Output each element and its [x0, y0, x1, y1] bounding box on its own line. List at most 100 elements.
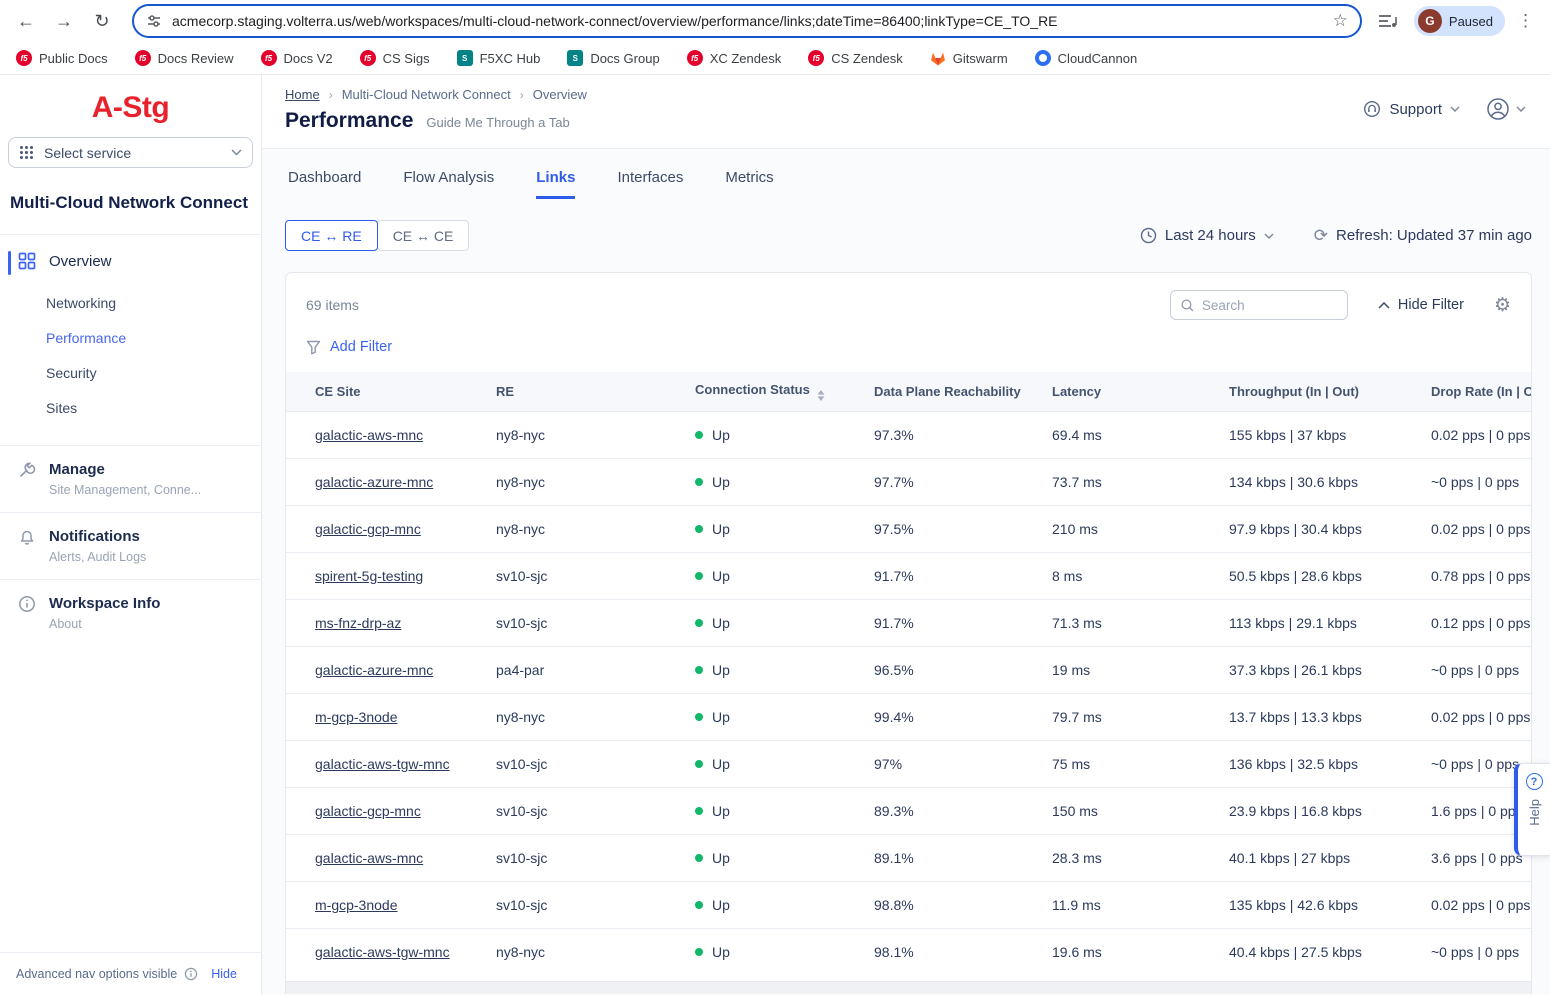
forward-icon[interactable]: → [48, 5, 80, 37]
site-settings-icon[interactable] [146, 13, 162, 29]
sidebar-footer: Advanced nav options visible Hide [0, 952, 261, 995]
toggle-ce-ce[interactable]: CE ↔ CE [377, 220, 470, 251]
tab-dashboard[interactable]: Dashboard [288, 169, 361, 199]
browser-toolbar: ← → ↻ acmecorp.staging.volterra.us/web/w… [0, 0, 1550, 42]
col-data-plane-reachability[interactable]: Data Plane Reachability [874, 372, 1052, 412]
account-menu[interactable] [1486, 97, 1526, 121]
refresh-label: Refresh: Updated 37 min ago [1336, 227, 1532, 244]
address-bar[interactable]: acmecorp.staging.volterra.us/web/workspa… [132, 4, 1362, 38]
ce-site-link[interactable]: galactic-azure-mnc [315, 662, 433, 678]
ce-site-link[interactable]: galactic-gcp-mnc [315, 803, 421, 819]
tab-interfaces[interactable]: Interfaces [617, 169, 683, 199]
breadcrumb-home[interactable]: Home [285, 87, 320, 102]
col-throughput[interactable]: Throughput (In | Out) [1229, 372, 1431, 412]
horizontal-scrollbar[interactable] [286, 981, 1531, 994]
table-row: galactic-azure-mnc pa4-par Up 96.5% 19 m… [286, 647, 1531, 694]
sidebar-item-overview[interactable]: Overview [0, 235, 261, 270]
browser-profile-chip[interactable]: G Paused [1414, 6, 1505, 36]
sidebar-item-manage[interactable]: Manage Site Management, Conne... [0, 446, 261, 512]
select-service-label: Select service [44, 145, 221, 161]
ce-site-link[interactable]: galactic-aws-mnc [315, 850, 423, 866]
bookmark-docs-review[interactable]: f5Docs Review [135, 50, 234, 66]
chevron-down-icon [231, 149, 242, 156]
f5-logo-icon: f5 [135, 50, 151, 66]
bookmark-f5xc-hub[interactable]: SF5XC Hub [457, 50, 541, 66]
bookmark-public-docs[interactable]: f5Public Docs [16, 50, 108, 66]
ce-site-link[interactable]: ms-fnz-drp-az [315, 615, 401, 631]
ce-site-link[interactable]: galactic-aws-mnc [315, 427, 423, 443]
status-up-dot [695, 666, 703, 674]
overview-grid-icon [18, 252, 36, 270]
bookmark-cs-sigs[interactable]: f5CS Sigs [360, 50, 430, 66]
info-icon [18, 595, 36, 631]
bookmark-docs-group[interactable]: SDocs Group [567, 50, 659, 66]
bookmark-cloudcannon[interactable]: CloudCannon [1035, 50, 1138, 66]
sidebar-item-security[interactable]: Security [46, 365, 261, 381]
chevron-down-icon [1450, 106, 1460, 112]
table-row: galactic-aws-mnc sv10-sjc Up 89.1% 28.3 … [286, 835, 1531, 882]
items-count: 69 items [306, 297, 359, 313]
support-menu[interactable]: Support [1363, 100, 1460, 118]
status-label: Up [712, 709, 730, 725]
ce-site-link[interactable]: galactic-aws-tgw-mnc [315, 756, 450, 772]
table-row: galactic-azure-mnc ny8-nyc Up 97.7% 73.7… [286, 459, 1531, 506]
breadcrumb-workspace[interactable]: Multi-Cloud Network Connect [342, 87, 511, 102]
workspace-info-label: Workspace Info [49, 595, 160, 612]
ce-site-link[interactable]: galactic-azure-mnc [315, 474, 433, 490]
tab-metrics[interactable]: Metrics [725, 169, 773, 199]
col-connection-status[interactable]: Connection Status [695, 372, 874, 412]
ce-site-link[interactable]: galactic-aws-tgw-mnc [315, 944, 450, 960]
tab-flow-analysis[interactable]: Flow Analysis [403, 169, 494, 199]
table-row: galactic-aws-mnc ny8-nyc Up 97.3% 69.4 m… [286, 412, 1531, 459]
add-filter-button[interactable]: Add Filter [306, 339, 1531, 355]
col-drop-rate[interactable]: Drop Rate (In | Out) [1431, 372, 1531, 412]
select-service-dropdown[interactable]: Select service [8, 137, 253, 168]
bookmark-star-icon[interactable]: ☆ [1333, 11, 1348, 31]
table-row: spirent-5g-testing sv10-sjc Up 91.7% 8 m… [286, 553, 1531, 600]
chevron-right-icon: › [329, 88, 333, 102]
notifications-subtitle: Alerts, Audit Logs [49, 550, 146, 564]
toggle-ce-re[interactable]: CE ↔ RE [285, 220, 378, 251]
hide-advanced-nav-link[interactable]: Hide [211, 967, 237, 981]
sidebar-item-performance[interactable]: Performance [46, 330, 261, 346]
status-up-dot [695, 854, 703, 862]
wrench-icon [18, 461, 36, 497]
search-input[interactable] [1202, 298, 1337, 313]
sidebar-item-networking[interactable]: Networking [46, 295, 261, 311]
ce-site-link[interactable]: m-gcp-3node [315, 897, 398, 913]
ce-site-link[interactable]: galactic-gcp-mnc [315, 521, 421, 537]
search-input-wrap [1170, 290, 1348, 320]
col-re[interactable]: RE [496, 372, 695, 412]
info-icon [184, 967, 198, 981]
sidebar-item-workspace-info[interactable]: Workspace Info About [0, 579, 261, 646]
add-filter-label: Add Filter [330, 339, 392, 355]
status-label: Up [712, 474, 730, 490]
refresh-icon: ⟳ [1314, 227, 1328, 244]
hide-filter-button[interactable]: Hide Filter [1378, 297, 1464, 313]
ce-site-link[interactable]: m-gcp-3node [315, 709, 398, 725]
time-range-selector[interactable]: Last 24 hours [1140, 227, 1274, 244]
browser-menu-icon[interactable]: ⋮ [1513, 11, 1538, 31]
back-icon[interactable]: ← [10, 5, 42, 37]
bookmark-xc-zendesk[interactable]: f5XC Zendesk [687, 50, 782, 66]
tab-bar: Dashboard Flow Analysis Links Interfaces… [285, 169, 1532, 199]
sidebar-item-notifications[interactable]: Notifications Alerts, Audit Logs [0, 512, 261, 579]
bookmark-cs-zendesk[interactable]: f5CS Zendesk [808, 50, 903, 66]
guide-me-link[interactable]: Guide Me Through a Tab [426, 115, 569, 130]
sort-icon[interactable] [817, 390, 825, 401]
sidebar-item-sites[interactable]: Sites [46, 400, 261, 416]
help-widget[interactable]: ? Help [1514, 763, 1550, 856]
tab-links[interactable]: Links [536, 169, 575, 199]
reload-icon[interactable]: ↻ [86, 5, 118, 37]
active-indicator [8, 251, 11, 275]
bookmark-docs-v2[interactable]: f5Docs V2 [261, 50, 333, 66]
bookmark-gitswarm[interactable]: Gitswarm [930, 50, 1008, 66]
ce-site-link[interactable]: spirent-5g-testing [315, 568, 423, 584]
gear-icon[interactable]: ⚙ [1494, 296, 1511, 315]
col-ce-site[interactable]: CE Site [286, 372, 496, 412]
col-latency[interactable]: Latency [1052, 372, 1229, 412]
overview-label: Overview [49, 253, 112, 270]
media-controls-icon[interactable] [1378, 13, 1398, 29]
refresh-status[interactable]: ⟳ Refresh: Updated 37 min ago [1314, 227, 1532, 244]
url-text[interactable]: acmecorp.staging.volterra.us/web/workspa… [172, 13, 1323, 29]
